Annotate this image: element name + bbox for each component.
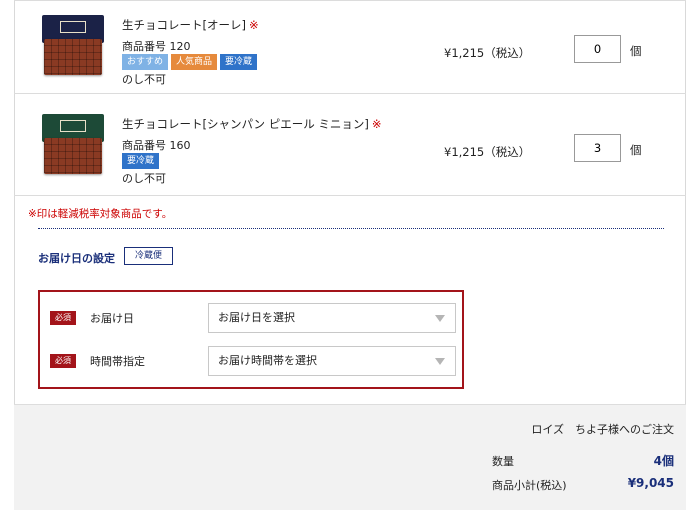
quantity-unit: 個: [630, 143, 642, 157]
quantity-input[interactable]: [574, 35, 621, 63]
delivery-settings-box: 必須 お届け日 お届け日を選択 必須 時間帯指定 お届け時間帯を選択: [38, 290, 464, 389]
product-price: ¥1,215（税込）: [444, 145, 531, 159]
product-thumbnail[interactable]: [42, 15, 104, 79]
dropdown-arrow-icon: [435, 358, 445, 365]
reduced-tax-mark: ※: [248, 18, 259, 32]
product-name[interactable]: 生チョコレート[オーレ] ※: [122, 17, 259, 33]
quantity-total: 4個: [653, 454, 674, 468]
delivery-time-row: 必須 時間帯指定 お届け時間帯を選択: [50, 346, 460, 376]
product-name[interactable]: 生チョコレート[シャンパン ピエール ミニョン] ※: [122, 116, 382, 132]
noshi-status: のし不可: [122, 73, 166, 86]
product-code: 商品番号 160: [122, 139, 191, 152]
delivery-date-select[interactable]: お届け日を選択: [208, 303, 456, 333]
order-summary: ロイズ ちよ子様へのご注文 数量 4個 商品小計(税込) ¥9,045: [14, 404, 686, 510]
delivery-date-row: 必須 お届け日 お届け日を選択: [50, 303, 460, 333]
tag-refrigerated: 要冷蔵: [220, 54, 258, 70]
required-badge: 必須: [50, 354, 76, 368]
delivery-time-label: 時間帯指定: [90, 355, 145, 368]
product-tags: 要冷蔵: [122, 153, 160, 169]
subtotal-value: ¥9,045: [627, 476, 674, 490]
quantity-input[interactable]: [574, 134, 621, 162]
quantity-unit: 個: [630, 44, 642, 58]
divider: [38, 228, 664, 229]
delivery-date-label: お届け日: [90, 312, 134, 325]
product-thumbnail[interactable]: [42, 114, 104, 178]
noshi-status: のし不可: [122, 172, 166, 185]
required-badge: 必須: [50, 311, 76, 325]
tag-recommended: おすすめ: [122, 54, 169, 70]
delivery-time-select[interactable]: お届け時間帯を選択: [208, 346, 456, 376]
product-code: 商品番号 120: [122, 40, 191, 53]
product-price: ¥1,215（税込）: [444, 46, 531, 60]
refrigerated-delivery-badge: 冷蔵便: [124, 247, 173, 265]
tag-popular: 人気商品: [171, 54, 218, 70]
product-tags: おすすめ 人気商品 要冷蔵: [122, 54, 258, 70]
cart-item: 生チョコレート[オーレ] ※ 商品番号 120 おすすめ 人気商品 要冷蔵 のし不…: [14, 0, 686, 94]
reduced-tax-mark: ※: [371, 117, 382, 131]
dropdown-arrow-icon: [435, 315, 445, 322]
order-recipient: ロイズ ちよ子様へのご注文: [531, 423, 674, 436]
delivery-heading: お届け日の設定: [38, 252, 115, 265]
cart-item: 生チョコレート[シャンパン ピエール ミニョン] ※ 商品番号 160 要冷蔵 の…: [14, 100, 686, 196]
tag-refrigerated: 要冷蔵: [122, 153, 160, 169]
reduced-tax-note: ※印は軽減税率対象商品です。: [28, 208, 173, 220]
